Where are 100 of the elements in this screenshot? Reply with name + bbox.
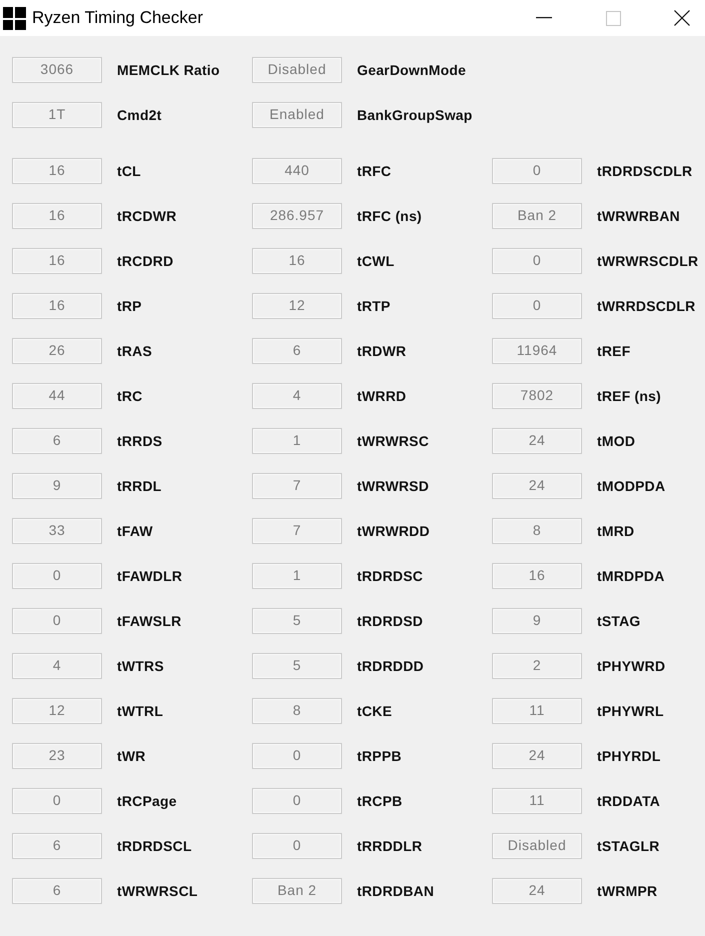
value-field: 24 (492, 743, 582, 769)
value-field: 11964 (492, 338, 582, 364)
value-field: 24 (492, 878, 582, 904)
timing-name: tSTAGLR (597, 838, 660, 854)
value-field: Ban 2 (492, 203, 582, 229)
value-field: 44 (12, 383, 102, 409)
value-field: 6 (12, 878, 102, 904)
value-field: 12 (252, 293, 342, 319)
value-field: 4 (12, 653, 102, 679)
timing-name: GearDownMode (357, 62, 466, 78)
timing-name: tPHYRDL (597, 748, 661, 764)
timing-name: tPHYWRL (597, 703, 664, 719)
close-icon (674, 10, 690, 26)
value-field: 0 (252, 833, 342, 859)
timing-name: tRFC (ns) (357, 208, 422, 224)
value-field: 5 (252, 608, 342, 634)
value-field: 5 (252, 653, 342, 679)
timing-name: tREF (ns) (597, 388, 662, 404)
value-field: 0 (492, 158, 582, 184)
timing-name: tWRWRSCDLR (597, 253, 698, 269)
minimize-icon (536, 17, 552, 19)
value-field: Disabled (252, 57, 342, 83)
timing-name: tRCDWR (117, 208, 177, 224)
value-field: 24 (492, 473, 582, 499)
timing-name: tRAS (117, 343, 152, 359)
value-field: 0 (252, 743, 342, 769)
timing-name: MEMCLK Ratio (117, 62, 220, 78)
value-field: 33 (12, 518, 102, 544)
timing-name: tCKE (357, 703, 392, 719)
value-field: 1T (12, 102, 102, 128)
timing-name: tMRD (597, 523, 634, 539)
value-field: 9 (12, 473, 102, 499)
value-field: 7 (252, 473, 342, 499)
value-field: 0 (12, 788, 102, 814)
timing-name: tWRWRSC (357, 433, 429, 449)
timing-name: tRCDRD (117, 253, 174, 269)
timing-name: tRRDS (117, 433, 162, 449)
value-field: 16 (12, 293, 102, 319)
window-title: Ryzen Timing Checker (32, 8, 204, 28)
timing-name: tRFC (357, 163, 392, 179)
value-field: 26 (12, 338, 102, 364)
value-field: 24 (492, 428, 582, 454)
timing-name: tWTRS (117, 658, 164, 674)
timing-name: tWRWRSD (357, 478, 429, 494)
timing-name: tRP (117, 298, 142, 314)
value-field: 16 (12, 248, 102, 274)
timing-name: tMODPDA (597, 478, 666, 494)
value-field: 1 (252, 563, 342, 589)
value-field: 286.957 (252, 203, 342, 229)
value-field: 6 (12, 428, 102, 454)
value-field: 0 (492, 293, 582, 319)
value-field: 16 (492, 563, 582, 589)
maximize-icon (606, 10, 620, 26)
timing-name: tWRWRDD (357, 523, 430, 539)
timing-name: tFAWDLR (117, 568, 182, 584)
timing-name: tCWL (357, 253, 394, 269)
timing-name: tFAW (117, 523, 153, 539)
timing-name: tRRDL (117, 478, 162, 494)
timing-name: tPHYWRD (597, 658, 666, 674)
timing-name: tFAWSLR (117, 613, 182, 629)
value-field: 11 (492, 698, 582, 724)
timing-name: tWRRDSCDLR (597, 298, 696, 314)
value-field: 7 (252, 518, 342, 544)
value-field: Disabled (492, 833, 582, 859)
timing-name: tMRDPDA (597, 568, 665, 584)
value-field: 0 (12, 563, 102, 589)
timing-name: tRDRDSC (357, 568, 423, 584)
timing-name: tRDRDDD (357, 658, 424, 674)
value-field: 4 (252, 383, 342, 409)
timing-name: tWTRL (117, 703, 164, 719)
timing-name: BankGroupSwap (357, 107, 472, 123)
value-field: 0 (12, 608, 102, 634)
timing-name: tRPPB (357, 748, 402, 764)
value-field: 7802 (492, 383, 582, 409)
value-field: 12 (12, 698, 102, 724)
timing-name: tWRRD (357, 388, 406, 404)
four-squares-icon (3, 6, 26, 30)
timing-name: tRCPage (117, 793, 177, 809)
timing-name: tRCPB (357, 793, 402, 809)
timing-name: tWR (117, 748, 146, 764)
timing-name: tSTAG (597, 613, 641, 629)
timing-name: tWRWRSCL (117, 883, 198, 899)
timing-name: tRDRDSD (357, 613, 423, 629)
timing-name: Cmd2t (117, 107, 162, 123)
timing-name: tRC (117, 388, 142, 404)
value-field: 6 (252, 338, 342, 364)
timing-name: tWRMPR (597, 883, 658, 899)
timing-name: tRDRDSCDLR (597, 163, 692, 179)
value-field: 3066 (12, 57, 102, 83)
timing-name: tRRDDLR (357, 838, 422, 854)
timing-name: tRDRDBAN (357, 883, 434, 899)
value-field: 16 (12, 203, 102, 229)
timing-name: tMOD (597, 433, 636, 449)
value-field: 8 (492, 518, 582, 544)
value-field: 23 (12, 743, 102, 769)
value-field: 0 (492, 248, 582, 274)
value-field: 8 (252, 698, 342, 724)
timing-name: tRDWR (357, 343, 406, 359)
value-field: Enabled (252, 102, 342, 128)
value-field: 6 (12, 833, 102, 859)
